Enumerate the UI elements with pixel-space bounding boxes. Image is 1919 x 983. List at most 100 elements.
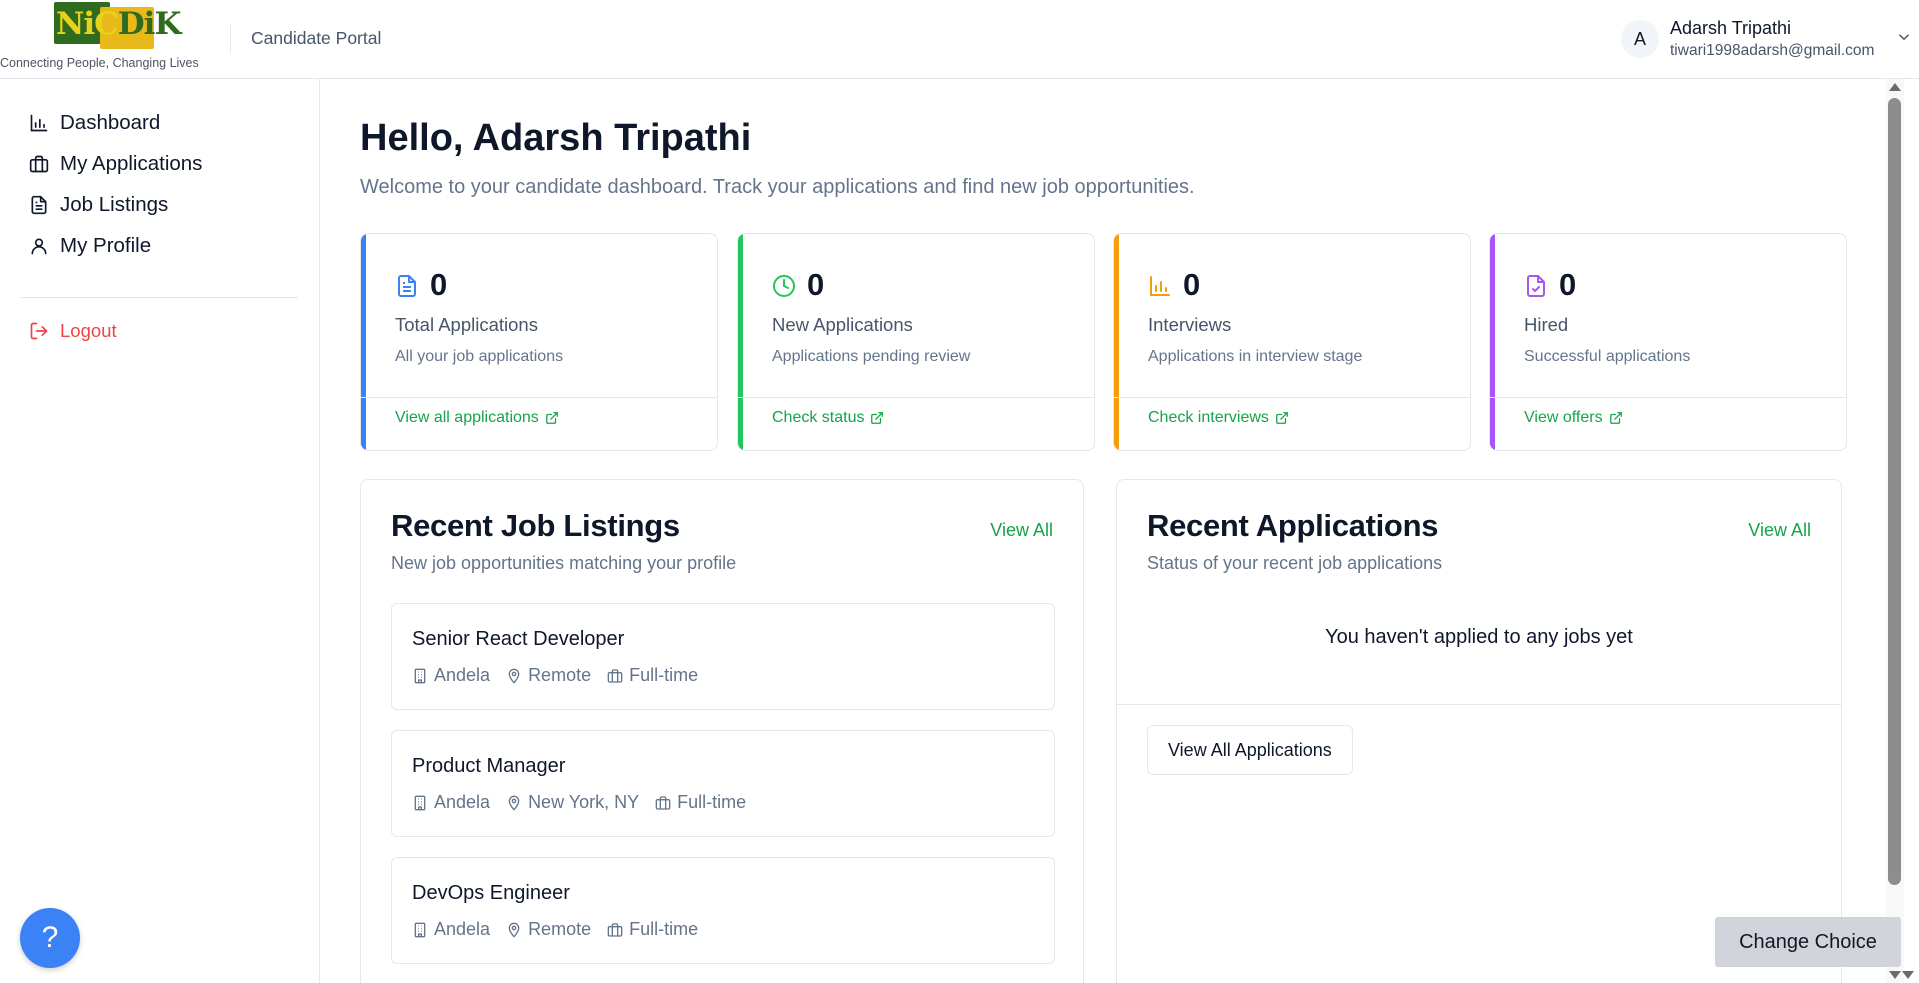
job-title: DevOps Engineer (412, 882, 570, 904)
building-icon (414, 795, 426, 810)
stat-count: 0 (1559, 267, 1577, 302)
sidebar-item-label: My Applications (60, 152, 203, 175)
job-card[interactable]: Product Manager Andela New York, NY Full… (391, 730, 1055, 837)
stat-description: Applications pending review (772, 348, 971, 365)
header-divider (230, 25, 231, 53)
top-header: NiCDiK Connecting People, Changing Lives… (0, 0, 1919, 79)
briefcase-icon (655, 795, 671, 810)
stat-card-new-applications: 0 New Applications Applications pending … (737, 233, 1095, 451)
avatar: A (1621, 20, 1659, 58)
stat-card-total-applications: 0 Total Applications All your job applic… (360, 233, 718, 451)
user-icon (31, 238, 47, 255)
sidebar-item-label: Dashboard (60, 111, 161, 134)
job-card[interactable]: Senior React Developer Andela Remote Ful… (391, 603, 1055, 710)
stat-description: All your job applications (395, 348, 564, 365)
scrollbar-thumb[interactable] (1888, 98, 1901, 885)
view-all-applications-link[interactable]: View All (1748, 520, 1811, 541)
stat-description: Successful applications (1524, 348, 1691, 365)
check-interviews-link[interactable]: Check interviews (1148, 409, 1289, 427)
briefcase-icon (607, 922, 623, 937)
portal-label: Candidate Portal (251, 28, 382, 48)
stat-title: Hired (1524, 314, 1569, 335)
external-link-icon (871, 412, 884, 424)
chevron-down-icon[interactable] (1895, 28, 1913, 46)
job-type: Full-time (677, 792, 747, 812)
main-content: Hello, Adarsh Tripathi Welcome to your c… (321, 79, 1886, 983)
panel-title: Recent Job Listings (391, 508, 680, 543)
logo[interactable]: NiCDiK Connecting People, Changing Lives (0, 0, 215, 75)
map-pin-icon (508, 795, 520, 811)
logout-label: Logout (60, 320, 117, 341)
building-icon (414, 922, 426, 937)
logout-icon (30, 322, 48, 340)
map-pin-icon (508, 922, 520, 938)
link-label: Check status (772, 409, 865, 426)
job-location: Remote (528, 665, 592, 685)
sidebar-item-my-applications[interactable]: My Applications (20, 144, 300, 184)
logo-mark: NiCDiK (54, 2, 181, 49)
external-link-icon (1609, 412, 1622, 424)
stat-count: 0 (1183, 267, 1201, 302)
user-menu[interactable]: A Adarsh Tripathi tiwari1998adarsh@gmail… (1599, 0, 1919, 78)
view-all-applications-link[interactable]: View all applications (395, 409, 559, 427)
sidebar-item-dashboard[interactable]: Dashboard (20, 103, 300, 143)
scroll-up-arrow-icon[interactable] (1889, 83, 1901, 91)
recent-applications-panel: Recent Applications Status of your recen… (1116, 479, 1842, 983)
job-location: Remote (528, 919, 592, 939)
job-location: New York, NY (528, 792, 640, 812)
stat-card-hired: 0 Hired Successful applications View off… (1489, 233, 1847, 451)
view-all-jobs-link[interactable]: View All (990, 520, 1053, 541)
scroll-down-arrow-icon[interactable] (1902, 971, 1914, 979)
building-icon (414, 668, 426, 683)
job-type: Full-time (629, 919, 699, 939)
clock-icon (773, 275, 795, 297)
stat-card-interviews: 0 Interviews Applications in interview s… (1113, 233, 1471, 451)
tagline: Connecting People, Changing Lives (0, 56, 199, 70)
empty-state-text: You haven't applied to any jobs yet (1325, 626, 1633, 648)
check-status-link[interactable]: Check status (772, 409, 884, 427)
sidebar-item-my-profile[interactable]: My Profile (20, 226, 300, 266)
document-icon (31, 195, 47, 215)
page-title: Hello, Adarsh Tripathi (360, 117, 752, 159)
link-label: View all applications (395, 409, 539, 426)
document-icon (398, 275, 416, 297)
map-pin-icon (508, 668, 520, 684)
job-title: Senior React Developer (412, 628, 625, 650)
recent-job-listings-panel: Recent Job Listings New job opportunitie… (360, 479, 1084, 983)
logout-button[interactable]: Logout (20, 311, 300, 351)
sidebar: Dashboard My Applications Job Listings M… (0, 79, 320, 983)
external-link-icon (545, 412, 558, 424)
job-company: Andela (434, 919, 491, 939)
file-check-icon (1527, 275, 1545, 297)
panel-subtitle: New job opportunities matching your prof… (391, 553, 737, 573)
sidebar-item-label: Job Listings (60, 193, 169, 216)
stat-title: Total Applications (395, 314, 538, 335)
briefcase-icon (607, 668, 623, 683)
sidebar-item-label: My Profile (60, 234, 152, 257)
user-name: Adarsh Tripathi (1670, 18, 1792, 38)
view-offers-link[interactable]: View offers (1524, 409, 1623, 427)
bar-chart-icon (30, 114, 48, 132)
stat-count: 0 (807, 267, 825, 302)
help-button[interactable]: ? (20, 908, 80, 968)
stat-count: 0 (430, 267, 448, 302)
link-label: Check interviews (1148, 409, 1269, 426)
job-card[interactable]: DevOps Engineer Andela Remote Full-time (391, 857, 1055, 964)
scroll-down-arrow-icon[interactable] (1889, 971, 1901, 979)
sidebar-item-job-listings[interactable]: Job Listings (20, 185, 300, 225)
stat-title: Interviews (1148, 314, 1232, 335)
logo-text: NiCDiK (56, 6, 181, 42)
job-title: Product Manager (412, 755, 566, 777)
job-company: Andela (434, 792, 491, 812)
external-link-icon (1276, 412, 1288, 424)
change-choice-button[interactable]: Change Choice (1715, 917, 1901, 967)
stat-title: New Applications (772, 314, 913, 335)
panel-subtitle: Status of your recent job applications (1147, 553, 1443, 573)
sidebar-divider (20, 297, 298, 298)
bar-chart-icon (1150, 276, 1170, 296)
view-all-applications-button[interactable]: View All Applications (1147, 725, 1353, 775)
stat-description: Applications in interview stage (1148, 348, 1363, 365)
welcome-text: Welcome to your candidate dashboard. Tra… (360, 176, 1195, 198)
help-label: ? (41, 921, 59, 954)
link-label: View offers (1524, 409, 1603, 426)
